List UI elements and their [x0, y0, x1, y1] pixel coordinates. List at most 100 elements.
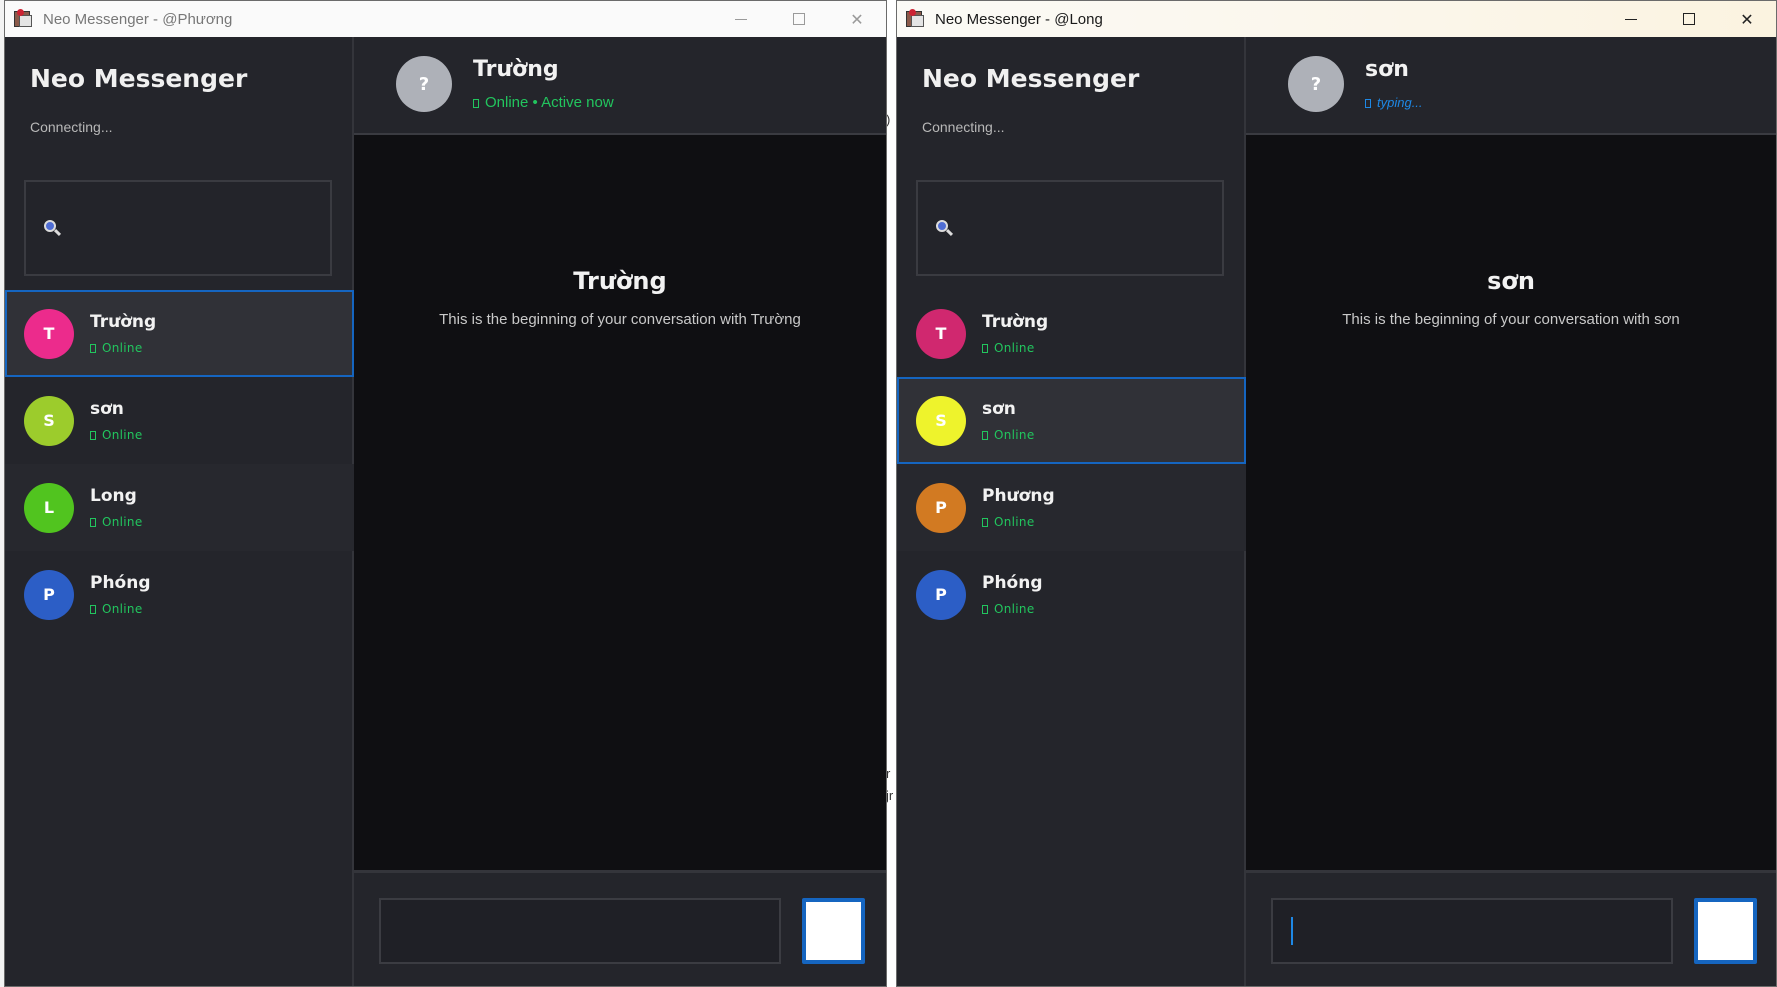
message-input[interactable] — [1271, 898, 1673, 964]
composer — [1246, 870, 1776, 986]
background-text-fragment: jr — [886, 788, 894, 803]
status-glyph-icon — [473, 99, 479, 108]
status-glyph-icon — [982, 605, 988, 614]
close-button[interactable]: ✕ — [828, 1, 886, 37]
chat-avatar: ? — [1288, 56, 1344, 112]
conversation-intro-text: This is the beginning of your conversati… — [439, 311, 801, 328]
contact-name: sơn — [90, 399, 124, 419]
chat-status-label: Online • Active now — [485, 94, 614, 111]
message-input[interactable] — [379, 898, 781, 964]
status-glyph-icon — [90, 605, 96, 614]
contact-item-son[interactable]: S sơn Online — [897, 377, 1246, 464]
chat-header: ? sơn typing... — [1246, 37, 1776, 135]
contact-list: T Trường Online S sơn Online — [5, 290, 354, 638]
contact-status: Online — [90, 515, 143, 529]
close-icon: ✕ — [1740, 9, 1754, 29]
messenger-window-phuong: Neo Messenger - @Phương ✕ Neo Messenger … — [4, 0, 887, 987]
status-glyph-icon — [1365, 99, 1371, 108]
contact-name: Trường — [982, 312, 1049, 332]
status-glyph-icon — [90, 518, 96, 527]
contact-name: Trường — [90, 312, 157, 332]
contact-item-long[interactable]: L Long Online — [5, 464, 354, 551]
avatar: P — [916, 569, 966, 620]
messenger-window-long: Neo Messenger - @Long ✕ Neo Messenger Co… — [896, 0, 1777, 987]
status-glyph-icon — [90, 431, 96, 440]
close-icon: ✕ — [850, 9, 864, 29]
contact-status: Online — [982, 515, 1055, 529]
avatar: P — [24, 569, 74, 620]
contact-name: Phóng — [982, 573, 1043, 593]
avatar: S — [24, 395, 74, 446]
minimize-icon — [735, 18, 747, 20]
contact-name: sơn — [982, 399, 1016, 419]
chat-header: ? Trường Online • Active now — [354, 37, 886, 135]
maximize-icon — [1683, 13, 1695, 25]
window-title: Neo Messenger - @Phương — [43, 10, 233, 28]
avatar: T — [916, 308, 966, 359]
contact-status: Online — [982, 428, 1035, 442]
contact-status-label: Online — [102, 341, 143, 355]
status-glyph-icon — [982, 431, 988, 440]
contact-name: Phóng — [90, 573, 151, 593]
minimize-button[interactable] — [1602, 1, 1660, 37]
contact-status-label: Online — [102, 428, 143, 442]
contact-status-label: Online — [994, 515, 1035, 529]
contact-item-phong[interactable]: P Phóng Online — [897, 551, 1246, 638]
search-box[interactable] — [24, 180, 332, 276]
avatar: P — [916, 482, 966, 533]
chat-contact-name: sơn — [1365, 57, 1409, 82]
connection-status: Connecting... — [922, 119, 1005, 135]
contact-status: Online — [982, 341, 1048, 355]
app-name: Neo Messenger — [30, 64, 248, 93]
chat-contact-status: Online • Active now — [473, 94, 614, 111]
status-glyph-icon — [90, 344, 96, 353]
message-area[interactable]: Trường This is the beginning of your con… — [354, 135, 886, 870]
typing-indicator: typing... — [1365, 95, 1423, 110]
contact-status-label: Online — [102, 602, 143, 616]
chat-panel: ? sơn typing... sơn This is the beginnin… — [1246, 37, 1776, 986]
desktop: ) r jr Neo Messenger - @Phương ✕ Neo Mes… — [0, 0, 1777, 987]
send-button[interactable] — [1694, 898, 1757, 964]
title-bar[interactable]: Neo Messenger - @Phương ✕ — [5, 1, 886, 37]
search-box[interactable] — [916, 180, 1224, 276]
contact-item-truong[interactable]: T Trường Online — [5, 290, 354, 377]
search-input[interactable] — [952, 182, 1222, 274]
typing-label: typing... — [1377, 95, 1423, 110]
message-area[interactable]: sơn This is the beginning of your conver… — [1246, 135, 1776, 870]
title-bar[interactable]: Neo Messenger - @Long ✕ — [897, 1, 1776, 37]
contact-item-truong[interactable]: T Trường Online — [897, 290, 1246, 377]
conversation-intro-title: sơn — [1487, 267, 1535, 295]
composer — [354, 870, 886, 986]
chat-panel: ? Trường Online • Active now Trường This… — [354, 37, 886, 986]
chat-avatar: ? — [396, 56, 452, 112]
app-icon — [906, 9, 926, 29]
contact-item-son[interactable]: S sơn Online — [5, 377, 354, 464]
contact-name: Phương — [982, 486, 1055, 506]
conversation-intro-title: Trường — [573, 267, 667, 295]
contact-status: Online — [90, 428, 143, 442]
contact-status-label: Online — [994, 602, 1035, 616]
close-button[interactable]: ✕ — [1718, 1, 1776, 37]
window-title: Neo Messenger - @Long — [935, 10, 1103, 28]
maximize-icon — [793, 13, 805, 25]
avatar: S — [916, 395, 966, 446]
contact-item-phong[interactable]: P Phóng Online — [5, 551, 354, 638]
minimize-button[interactable] — [712, 1, 770, 37]
app-name: Neo Messenger — [922, 64, 1140, 93]
contact-status-label: Online — [994, 428, 1035, 442]
contact-status: Online — [90, 341, 156, 355]
sidebar: Neo Messenger Connecting... T Trường Onl… — [897, 37, 1246, 986]
maximize-button[interactable] — [1660, 1, 1718, 37]
maximize-button[interactable] — [770, 1, 828, 37]
search-input[interactable] — [60, 182, 330, 274]
text-caret — [1291, 917, 1293, 945]
status-glyph-icon — [982, 518, 988, 527]
status-glyph-icon — [982, 344, 988, 353]
connection-status: Connecting... — [30, 119, 113, 135]
contact-item-phuong[interactable]: P Phương Online — [897, 464, 1246, 551]
search-icon — [44, 220, 62, 237]
contact-status-label: Online — [994, 341, 1035, 355]
minimize-icon — [1625, 18, 1637, 20]
send-button[interactable] — [802, 898, 865, 964]
avatar: L — [24, 482, 74, 533]
